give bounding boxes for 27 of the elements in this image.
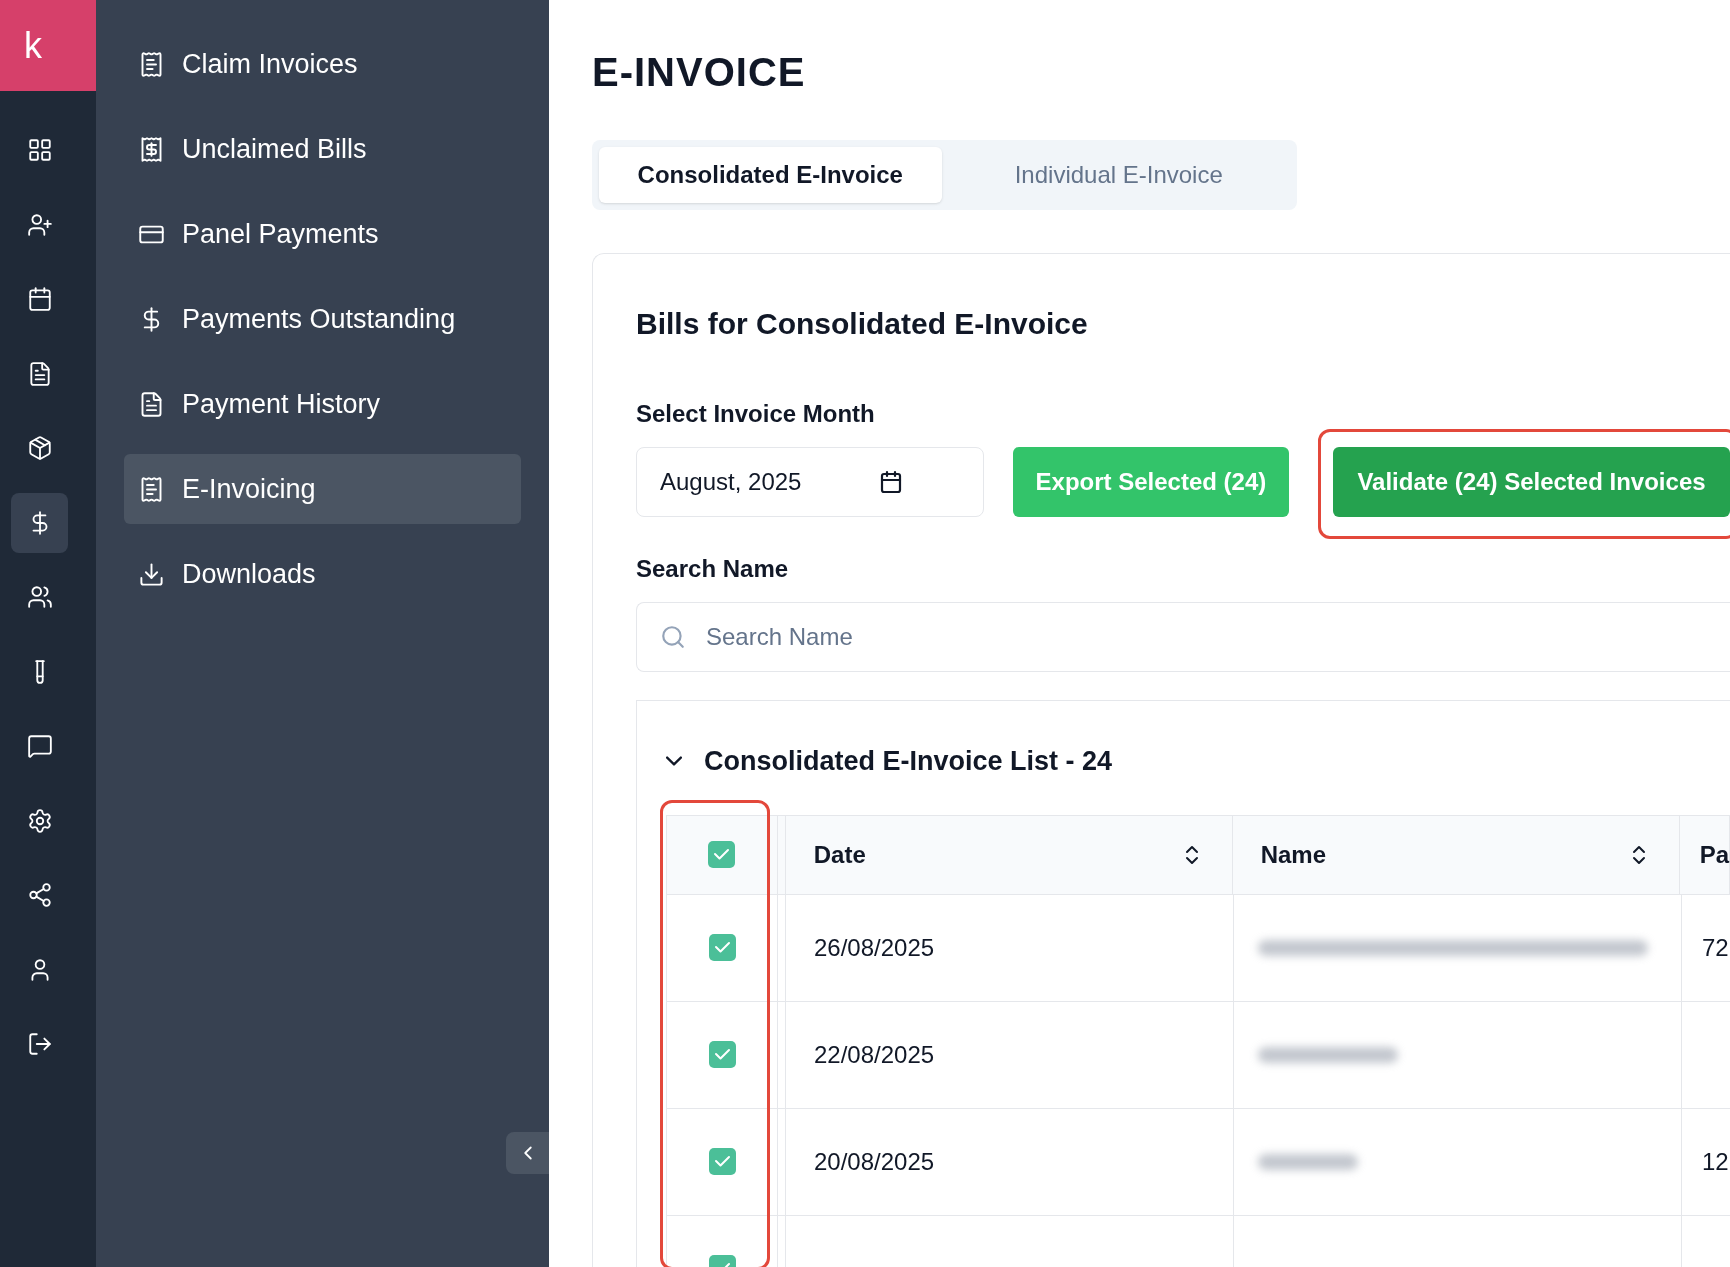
table-cell-text: 12 bbox=[1702, 1146, 1729, 1177]
search-input[interactable]: Search Name bbox=[706, 619, 1730, 655]
sidebar-item[interactable]: E-Invoicing bbox=[124, 454, 521, 524]
column-header[interactable]: Name bbox=[1260, 836, 1327, 873]
field-label: Search Name bbox=[636, 554, 790, 584]
sidebar-item[interactable]: Downloads bbox=[124, 539, 521, 609]
table-cell-text: 20/08/2025 bbox=[814, 1146, 935, 1177]
table-cell-text: 26/08/2025 bbox=[814, 932, 935, 963]
column-header[interactable]: Pa bbox=[1699, 836, 1729, 873]
sidebar-item[interactable]: Payments Outstanding bbox=[124, 284, 521, 354]
month-value: August, 2025 bbox=[660, 467, 802, 497]
list-toggle[interactable]: Consolidated E-Invoice List - 24 bbox=[666, 741, 1730, 782]
page-title: E-INVOICE bbox=[592, 49, 807, 96]
table-cell-text: 22/08/2025 bbox=[814, 1039, 935, 1070]
table-cell-text: 72 bbox=[1702, 932, 1729, 963]
tab[interactable]: Individual E-Invoice bbox=[947, 147, 1290, 203]
field-label: Select Invoice Month bbox=[636, 399, 876, 429]
column-header[interactable]: Date bbox=[813, 836, 866, 873]
search-field[interactable]: Search Name bbox=[636, 602, 1730, 672]
month-field[interactable]: August, 2025 bbox=[636, 447, 984, 517]
sidebar-item[interactable]: Unclaimed Bills bbox=[124, 114, 521, 184]
logo[interactable]: k bbox=[0, 0, 96, 91]
tab[interactable]: Consolidated E-Invoice bbox=[599, 147, 942, 203]
sidebar-item[interactable]: Claim Invoices bbox=[124, 29, 521, 99]
sidebar-item[interactable]: Payment History bbox=[124, 369, 521, 439]
card-title: Bills for Consolidated E-Invoice bbox=[636, 306, 1089, 342]
sidebar-item[interactable]: Panel Payments bbox=[124, 199, 521, 269]
